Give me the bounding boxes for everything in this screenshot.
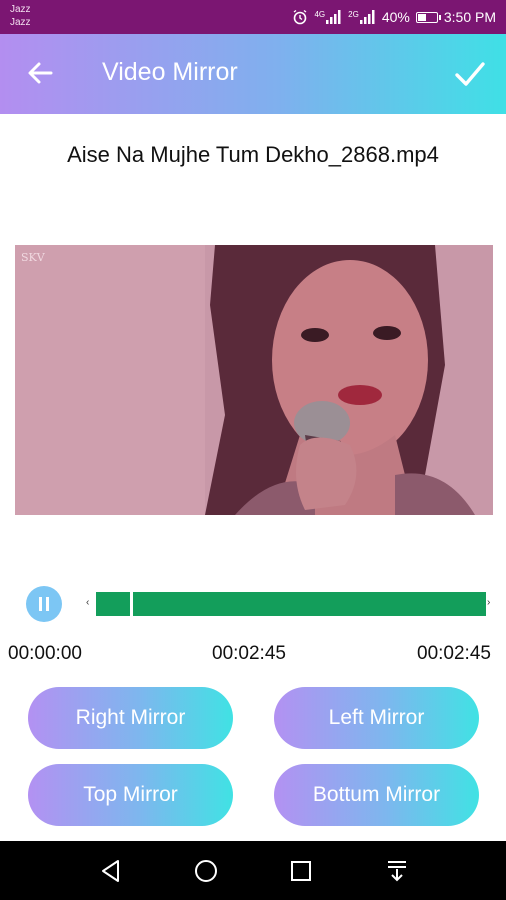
duration-time: 00:02:45 xyxy=(417,643,491,664)
video-file-name: Aise Na Mujhe Tum Dekho_2868.mp4 xyxy=(67,142,439,167)
app-bar: Video Mirror xyxy=(0,34,506,114)
playhead[interactable] xyxy=(130,590,133,618)
recents-square-icon[interactable] xyxy=(286,856,316,886)
right-mirror-button[interactable]: Right Mirror xyxy=(28,687,233,749)
trim-seekbar[interactable] xyxy=(96,592,486,616)
carrier-1: Jazz xyxy=(10,4,31,15)
pause-button[interactable] xyxy=(26,586,62,622)
status-bar: Jazz Jazz 4G 2G 40% 3:50 PM xyxy=(0,0,506,34)
battery-icon xyxy=(415,11,441,23)
video-preview[interactable]: SKV xyxy=(15,245,493,515)
notification-pull-icon[interactable] xyxy=(382,856,412,886)
carrier-names: Jazz Jazz xyxy=(10,3,31,29)
carrier-2: Jazz xyxy=(10,17,31,28)
current-time: 00:00:00 xyxy=(8,643,82,664)
home-circle-icon[interactable] xyxy=(191,856,221,886)
status-indicators: 4G 2G 40% 3:50 PM xyxy=(292,0,496,34)
back-triangle-icon[interactable] xyxy=(96,856,126,886)
signal-1-icon: 4G xyxy=(314,10,342,24)
signal-2-icon: 2G xyxy=(348,10,376,24)
bottom-mirror-button[interactable]: Bottum Mirror xyxy=(274,764,479,826)
alarm-icon xyxy=(294,9,307,25)
video-watermark: SKV xyxy=(21,251,45,264)
trim-end-handle[interactable]: › xyxy=(487,597,490,608)
pause-icon xyxy=(39,597,42,611)
left-mirror-button[interactable]: Left Mirror xyxy=(274,687,479,749)
video-frame-image xyxy=(15,245,493,515)
trim-start-handle[interactable]: ‹ xyxy=(86,597,89,608)
system-nav-bar xyxy=(0,841,506,900)
top-mirror-button[interactable]: Top Mirror xyxy=(28,764,233,826)
pause-icon-bar xyxy=(46,597,49,611)
arrow-left-icon[interactable] xyxy=(24,56,58,90)
clock: 3:50 PM xyxy=(443,9,496,25)
check-icon[interactable] xyxy=(452,56,488,92)
battery-percent: 40% xyxy=(381,9,410,25)
selected-end-time: 00:02:45 xyxy=(212,643,286,664)
page-title: Video Mirror xyxy=(102,58,238,86)
